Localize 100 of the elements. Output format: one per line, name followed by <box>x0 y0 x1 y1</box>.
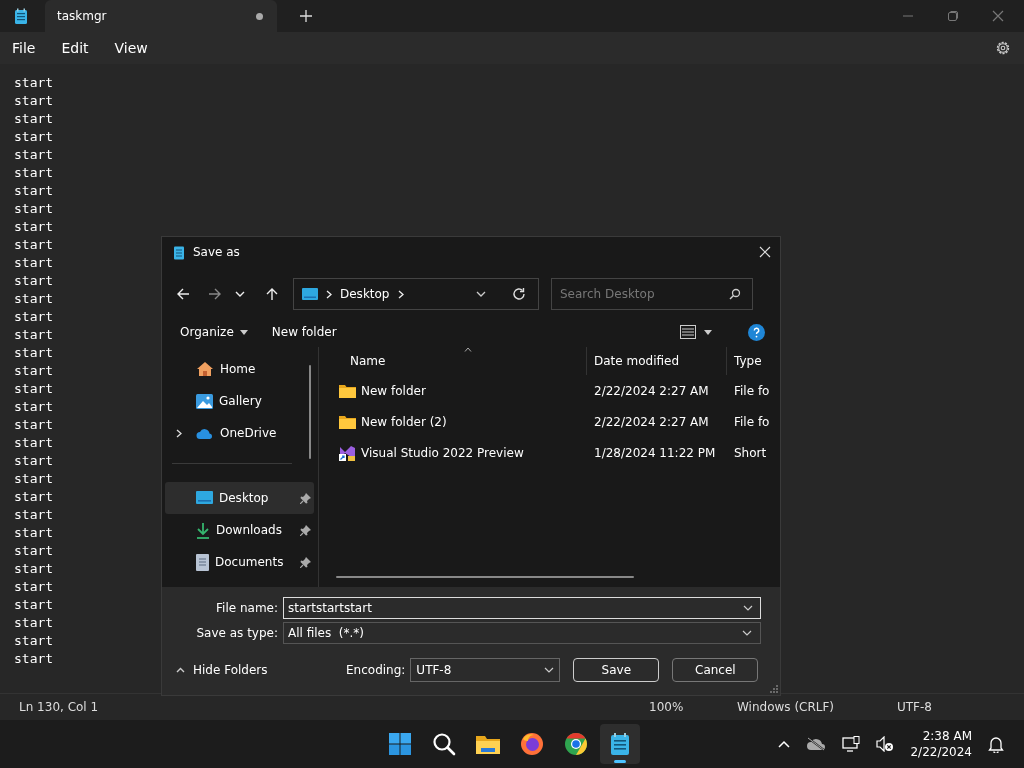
field-label: Encoding: <box>346 663 406 677</box>
text-line: start <box>14 578 54 596</box>
table-cell-text: 1/28/2024 11:22 PM <box>593 445 717 460</box>
text-line: start <box>14 344 54 362</box>
menu-item[interactable]: File <box>12 40 36 56</box>
help-icon[interactable] <box>748 323 765 341</box>
text-line: start <box>14 650 54 668</box>
text-line: start <box>14 92 54 110</box>
text-line: start <box>14 470 54 488</box>
text-line: start <box>14 560 54 578</box>
chevron-down-icon <box>743 604 753 611</box>
network-icon[interactable] <box>842 736 861 752</box>
field-label: File name: <box>215 600 279 615</box>
active-indicator <box>614 760 626 763</box>
text-line: start <box>14 272 54 290</box>
search-icon <box>432 732 456 756</box>
text-line: start <box>14 434 54 452</box>
download-icon <box>196 521 210 539</box>
cloud-off-icon[interactable] <box>806 737 827 751</box>
save-type-dropdown[interactable]: All files (*.*) <box>283 621 761 644</box>
text-line: start <box>14 596 54 614</box>
encoding-dropdown[interactable]: UTF-8 <box>410 658 561 682</box>
clock-time[interactable]: 2:38 AM <box>922 728 972 744</box>
chevron-up-icon <box>176 667 185 673</box>
view-options-button[interactable] <box>680 325 712 339</box>
folder-icon <box>339 383 356 398</box>
hide-folders-button[interactable]: Hide Folders <box>176 663 346 677</box>
windows-logo-icon <box>388 732 412 756</box>
table-cell-text: File fo <box>733 383 771 398</box>
chrome-icon <box>564 732 588 756</box>
taskbar-app[interactable] <box>600 724 640 764</box>
text-line: start <box>14 236 54 254</box>
cancel-button[interactable]: Cancel <box>672 658 759 682</box>
zoom-level: 100% <box>649 700 685 714</box>
expand-chevron-icon[interactable] <box>176 428 182 438</box>
column-header[interactable]: Type <box>726 347 776 375</box>
menu-item[interactable]: Edit <box>61 40 89 56</box>
search-field[interactable]: Search Desktop <box>551 278 753 310</box>
table-cell-text: Short <box>733 445 768 460</box>
settings-icon[interactable] <box>995 40 1011 56</box>
text-line: start <box>14 128 54 146</box>
file-name[interactable]: New folder (2) <box>336 414 586 429</box>
organize-button[interactable]: Organize <box>180 325 248 339</box>
firefox-icon <box>520 732 544 756</box>
up-arrow-icon[interactable] <box>265 287 279 301</box>
text-line: start <box>14 308 54 326</box>
breadcrumb-item[interactable]: Desktop <box>340 287 390 301</box>
new-tab-icon[interactable] <box>300 10 312 22</box>
nav-item[interactable]: Documents <box>165 546 314 578</box>
text-line: start <box>14 182 54 200</box>
menu-item[interactable]: View <box>114 40 148 56</box>
dialog-title: Save as <box>193 245 240 259</box>
refresh-icon[interactable] <box>512 287 526 301</box>
forward-arrow-icon[interactable] <box>208 287 222 301</box>
folder-icon <box>339 414 356 429</box>
nav-item[interactable]: Desktop <box>165 482 314 514</box>
notification-bell-icon[interactable] <box>988 735 1004 753</box>
text-line: start <box>14 416 54 434</box>
scrollbar[interactable] <box>336 576 634 578</box>
document-tab[interactable]: taskmgr <box>45 0 277 32</box>
chevron-up-icon[interactable] <box>778 740 791 748</box>
notepad-icon <box>173 244 185 260</box>
notepad-icon <box>14 7 28 25</box>
nav-item[interactable]: Gallery <box>165 385 314 417</box>
text-line: start <box>14 326 54 344</box>
column-header[interactable]: Name <box>336 347 586 375</box>
gallery-icon <box>196 392 213 410</box>
sort-icon[interactable] <box>464 347 472 352</box>
maximize-icon[interactable] <box>947 10 959 22</box>
nav-item[interactable]: Downloads <box>165 514 314 546</box>
muted-speaker-icon[interactable] <box>876 736 895 752</box>
text-line: start <box>14 452 54 470</box>
pin-icon[interactable] <box>300 492 311 504</box>
file-name[interactable]: Visual Studio 2022 Preview <box>336 444 586 461</box>
text-line: start <box>14 488 54 506</box>
pin-icon[interactable] <box>300 556 311 568</box>
text-line: start <box>14 200 54 218</box>
desktop-icon <box>196 491 213 505</box>
text-line: start <box>14 110 54 128</box>
house-icon <box>196 361 214 377</box>
cursor-position: Ln 130, Col 1 <box>19 700 100 714</box>
nav-item[interactable]: Home <box>165 353 314 385</box>
pin-icon[interactable] <box>300 524 311 536</box>
address-bar[interactable]: Desktop <box>293 278 539 310</box>
text-line: start <box>14 380 54 398</box>
scrollbar[interactable] <box>309 365 311 459</box>
clock-date[interactable]: 2/22/2024 <box>910 744 972 760</box>
nav-item[interactable]: OneDrive <box>165 417 314 449</box>
file-name[interactable]: New folder <box>336 383 586 398</box>
save-button[interactable]: Save <box>573 658 660 682</box>
back-arrow-icon[interactable] <box>176 287 190 301</box>
chevron-down-icon <box>544 667 555 673</box>
column-header[interactable]: Date modified <box>586 347 726 375</box>
chevron-down-icon[interactable] <box>476 291 486 297</box>
file-name-field[interactable]: startstartstart <box>283 596 761 619</box>
resize-grip-icon[interactable] <box>770 685 778 693</box>
new-folder-button[interactable]: New folder <box>271 325 337 339</box>
list-view-icon <box>680 325 696 339</box>
document-icon <box>196 553 209 571</box>
table-cell-text: 2/22/2024 2:27 AM <box>593 414 710 429</box>
